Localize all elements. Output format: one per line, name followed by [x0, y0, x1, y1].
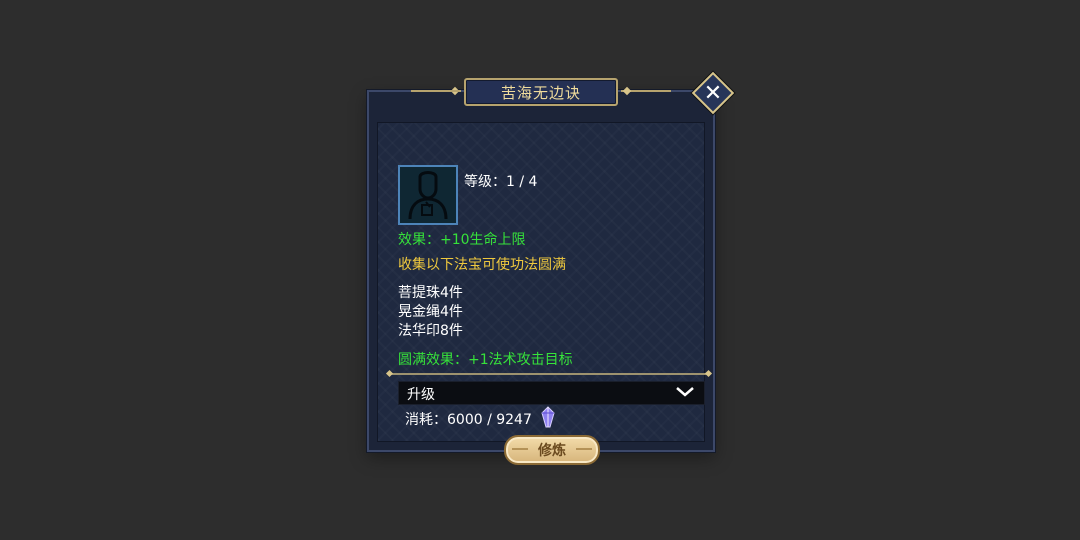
close-icon: ✕ — [703, 80, 723, 106]
dialog-title-plate: 苦海无边诀 — [411, 78, 671, 106]
silhouette-icon — [400, 167, 456, 223]
collect-hint: 收集以下法宝可使功法圆满 — [398, 257, 566, 273]
gem-icon — [541, 406, 555, 428]
complete-effect: 圆满效果：+1法术攻击目标 — [398, 352, 573, 368]
button-decoration-right — [576, 448, 592, 450]
requirement-item: 晃金绳4件 — [398, 304, 463, 320]
item-effect: 效果：+10生命上限 — [398, 232, 526, 248]
dialog-content-panel: 等级：1 / 4 效果：+10生命上限 收集以下法宝可使功法圆满 菩提珠4件 晃… — [377, 122, 708, 465]
cultivation-dialog: 苦海无边诀 等级：1 / 4 效果：+10生命上限 收集以下法宝可使功法圆满 菩… — [367, 78, 715, 465]
chevron-down-icon — [676, 387, 694, 397]
train-button-label: 修炼 — [538, 443, 566, 459]
upgrade-dropdown[interactable]: 升级 — [398, 381, 705, 405]
item-level: 等级：1 / 4 — [464, 174, 538, 190]
dialog-title: 苦海无边诀 — [500, 83, 581, 102]
title-decoration-left — [411, 90, 461, 92]
item-portrait — [398, 165, 458, 225]
requirement-item: 菩提珠4件 — [398, 285, 463, 301]
button-decoration-left — [512, 448, 528, 450]
title-decoration-right — [621, 90, 671, 92]
upgrade-dropdown-label: 升级 — [407, 387, 435, 403]
train-button[interactable]: 修炼 — [504, 435, 600, 465]
section-divider — [390, 373, 708, 375]
requirement-item: 法华印8件 — [398, 323, 463, 339]
cost-text: 消耗：6000 / 9247 — [405, 412, 532, 428]
